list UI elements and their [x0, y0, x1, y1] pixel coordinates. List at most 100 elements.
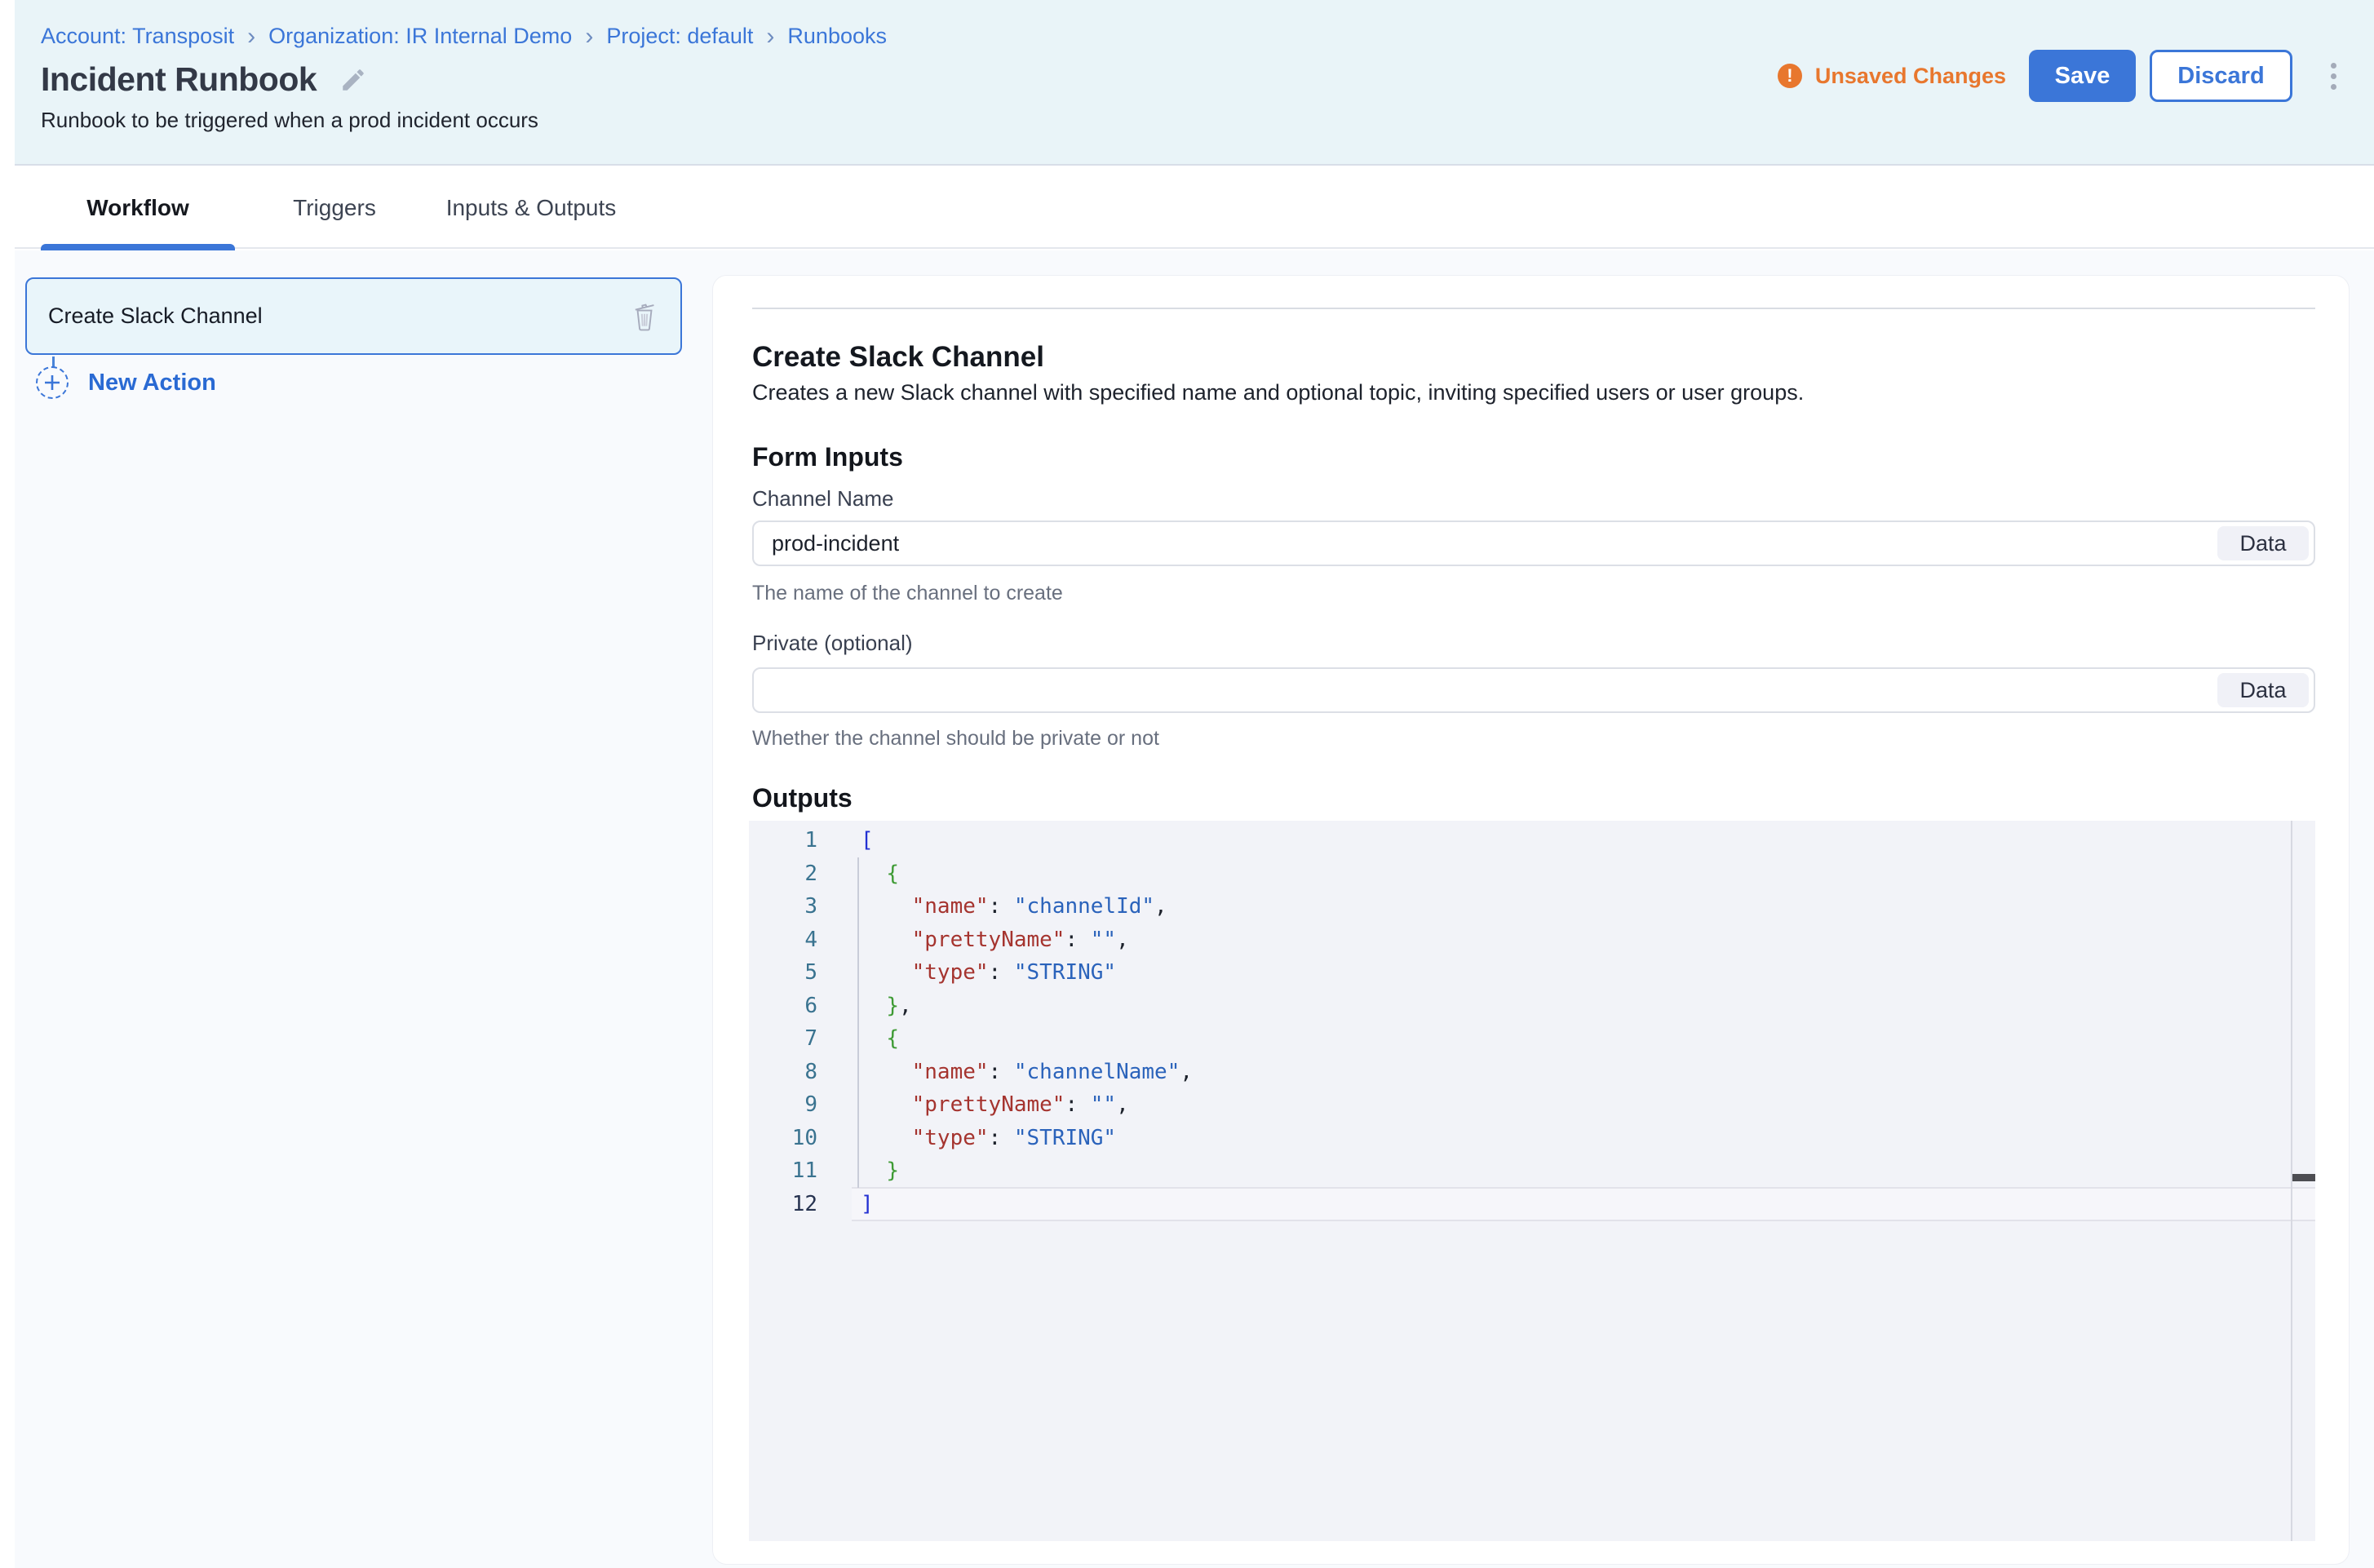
- code-token: ,: [1180, 1060, 1193, 1084]
- code-token: "type": [912, 960, 989, 985]
- app-root: Account: Transposit › Organization: IR I…: [0, 0, 2374, 1568]
- tab-bar: Workflow Triggers Inputs & Outputs: [0, 167, 2374, 249]
- delete-step-trash-icon[interactable]: [620, 292, 669, 341]
- code-text: [: [817, 824, 874, 857]
- code-token: {: [886, 1026, 899, 1051]
- code-line: 5 "type": "STRING": [749, 956, 2315, 990]
- edit-title-pencil-icon[interactable]: [339, 66, 367, 94]
- code-line: 1[: [749, 824, 2315, 857]
- code-token: ]: [861, 1192, 874, 1216]
- code-token: [861, 1026, 886, 1051]
- code-line: 6 },: [749, 990, 2315, 1023]
- save-button[interactable]: Save: [2029, 50, 2136, 102]
- breadcrumb-organization-link[interactable]: Organization: IR Internal Demo: [268, 24, 572, 49]
- code-token: "channelId": [1014, 894, 1154, 919]
- code-token: }: [886, 994, 899, 1018]
- code-text: "type": "STRING": [817, 1122, 1116, 1155]
- channel-name-input[interactable]: [754, 522, 2314, 565]
- code-text: },: [817, 990, 912, 1023]
- code-token: [861, 960, 912, 985]
- line-number: 3: [749, 890, 817, 924]
- code-text: "name": "channelName",: [817, 1056, 1193, 1089]
- action-title: Create Slack Channel: [752, 341, 1044, 374]
- code-token: "": [1091, 928, 1116, 952]
- code-token: [861, 994, 886, 1018]
- line-number: 4: [749, 924, 817, 957]
- editor-scrollbar-thumb[interactable]: [2292, 1174, 2315, 1181]
- breadcrumb-runbooks-link[interactable]: Runbooks: [787, 24, 887, 49]
- header: Account: Transposit › Organization: IR I…: [0, 0, 2374, 166]
- private-input-wrap: Data: [752, 667, 2315, 713]
- line-number: 5: [749, 956, 817, 990]
- code-token: }: [886, 1158, 899, 1183]
- workflow-step-label: Create Slack Channel: [48, 303, 620, 329]
- more-options-kebab-icon[interactable]: [2317, 50, 2350, 102]
- line-number: 2: [749, 857, 817, 891]
- code-text: "prettyName": "",: [817, 924, 1129, 957]
- new-action-button[interactable]: New Action: [36, 366, 216, 399]
- code-text: {: [817, 857, 899, 891]
- code-token: :: [989, 1126, 1014, 1150]
- code-line: 4 "prettyName": "",: [749, 924, 2315, 957]
- chevron-right-icon: ›: [764, 25, 776, 47]
- page-title: Incident Runbook: [41, 60, 317, 99]
- tab-workflow[interactable]: Workflow: [41, 167, 235, 249]
- private-input[interactable]: [754, 669, 2314, 711]
- code-line: 9 "prettyName": "",: [749, 1088, 2315, 1122]
- code-token: :: [989, 894, 1014, 919]
- code-text: }: [817, 1154, 899, 1188]
- workflow-step-card[interactable]: Create Slack Channel: [25, 277, 682, 355]
- code-token: "prettyName": [912, 928, 1065, 952]
- code-token: ,: [899, 994, 912, 1018]
- code-token: [861, 894, 912, 919]
- code-line: 7 {: [749, 1022, 2315, 1056]
- code-token: [861, 862, 886, 886]
- private-data-button[interactable]: Data: [2217, 673, 2309, 707]
- code-token: "prettyName": [912, 1092, 1065, 1117]
- outputs-heading: Outputs: [752, 783, 853, 813]
- code-line: 11 }: [749, 1154, 2315, 1188]
- code-editor-lines: 1[2 {3 "name": "channelId",4 "prettyName…: [749, 824, 2315, 1220]
- code-token: [861, 1092, 912, 1117]
- breadcrumb-account-link[interactable]: Account: Transposit: [41, 24, 234, 49]
- plus-icon: [36, 366, 69, 399]
- channel-name-input-wrap: Data: [752, 520, 2315, 566]
- code-text: "type": "STRING": [817, 956, 1116, 990]
- active-tab-indicator: [41, 244, 235, 250]
- chevron-right-icon: ›: [583, 25, 595, 47]
- warning-icon: !: [1778, 64, 1802, 88]
- channel-name-helper: The name of the channel to create: [752, 582, 1063, 605]
- channel-name-data-button[interactable]: Data: [2217, 526, 2309, 560]
- code-line: 3 "name": "channelId",: [749, 890, 2315, 924]
- code-text: "name": "channelId",: [817, 890, 1167, 924]
- window-left-gutter: [0, 0, 15, 1568]
- tab-inputs-outputs[interactable]: Inputs & Outputs: [424, 167, 638, 249]
- code-text: {: [817, 1022, 899, 1056]
- private-helper: Whether the channel should be private or…: [752, 727, 1159, 751]
- line-number: 7: [749, 1022, 817, 1056]
- code-line: 8 "name": "channelName",: [749, 1056, 2315, 1089]
- code-token: [861, 1060, 912, 1084]
- breadcrumb-project-link[interactable]: Project: default: [606, 24, 753, 49]
- code-token: "channelName": [1014, 1060, 1180, 1084]
- code-line: 2 {: [749, 857, 2315, 891]
- discard-button[interactable]: Discard: [2150, 50, 2292, 102]
- code-token: [861, 1126, 912, 1150]
- detail-divider: [752, 308, 2315, 309]
- unsaved-changes-label: Unsaved Changes: [1815, 64, 2006, 89]
- line-number: 1: [749, 824, 817, 857]
- code-line: 10 "type": "STRING": [749, 1122, 2315, 1155]
- code-line: 12]: [749, 1188, 2315, 1221]
- code-token: :: [989, 960, 1014, 985]
- line-number: 6: [749, 990, 817, 1023]
- line-number: 12: [749, 1188, 817, 1221]
- breadcrumb: Account: Transposit › Organization: IR I…: [41, 23, 887, 49]
- code-token: "name": [912, 1060, 989, 1084]
- tab-triggers[interactable]: Triggers: [261, 167, 408, 249]
- line-number: 8: [749, 1056, 817, 1089]
- outputs-code-editor[interactable]: 1[2 {3 "name": "channelId",4 "prettyName…: [749, 821, 2315, 1541]
- code-token: :: [1065, 1092, 1090, 1117]
- form-inputs-heading: Form Inputs: [752, 442, 903, 472]
- code-token: "type": [912, 1126, 989, 1150]
- code-token: ,: [1116, 928, 1129, 952]
